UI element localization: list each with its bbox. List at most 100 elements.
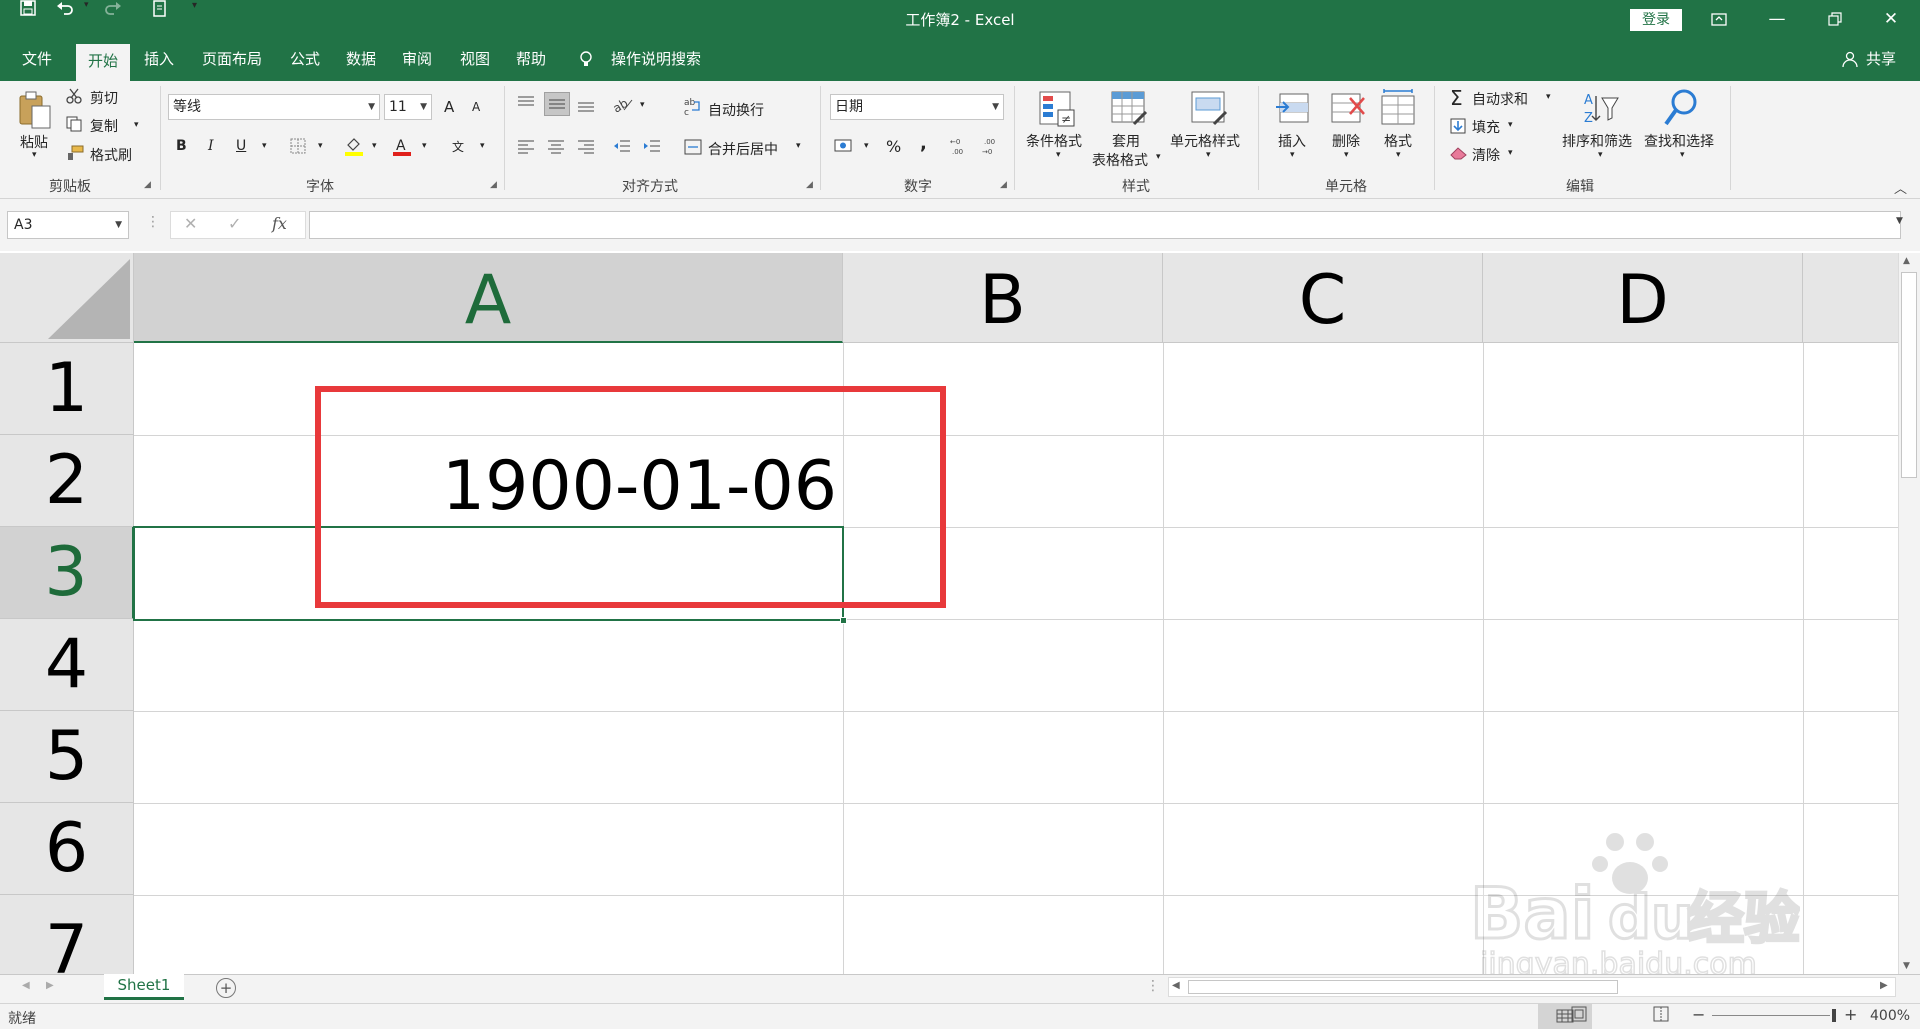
row-header-6[interactable]: 6 xyxy=(0,803,134,895)
horizontal-scroll-thumb[interactable] xyxy=(1188,980,1618,994)
zoom-out-button[interactable]: − xyxy=(1692,1005,1705,1024)
clear-button[interactable]: 清除 xyxy=(1472,145,1500,165)
percent-button[interactable]: % xyxy=(886,137,901,156)
sheet-tab-sheet1[interactable]: Sheet1 xyxy=(104,974,184,1000)
fill-color-dropdown-icon[interactable]: ▾ xyxy=(372,141,377,151)
cancel-entry-button[interactable]: ✕ xyxy=(184,214,197,233)
column-header-d[interactable]: D xyxy=(1483,253,1803,343)
phonetic-dropdown-icon[interactable]: ▾ xyxy=(480,141,485,151)
ribbon-display-options-icon[interactable] xyxy=(1690,0,1748,38)
find-select-icon[interactable] xyxy=(1662,88,1700,132)
fill-color-icon[interactable] xyxy=(344,136,364,160)
wrap-text-button[interactable]: 自动换行 xyxy=(708,100,764,120)
insert-cells-dropdown-icon[interactable]: ▾ xyxy=(1290,150,1295,160)
autosum-dropdown-icon[interactable]: ▾ xyxy=(1546,92,1551,102)
add-sheet-icon[interactable]: + xyxy=(216,978,236,998)
row-header-7[interactable]: 7 xyxy=(0,895,134,974)
find-select-button[interactable]: 查找和选择 xyxy=(1644,131,1714,151)
clipboard-launcher-icon[interactable]: ◢ xyxy=(144,180,151,190)
select-all-button[interactable] xyxy=(0,253,134,343)
borders-icon[interactable] xyxy=(290,138,306,158)
copy-button[interactable]: 复制 xyxy=(90,116,118,136)
alignment-launcher-icon[interactable]: ◢ xyxy=(806,180,813,190)
sort-filter-icon[interactable]: AZ xyxy=(1582,90,1620,132)
merge-center-button[interactable]: 合并后居中 xyxy=(708,139,778,159)
conditional-formatting-button[interactable]: 条件格式 xyxy=(1026,131,1082,151)
underline-dropdown-icon[interactable]: ▾ xyxy=(262,141,267,151)
tab-home[interactable]: 开始 xyxy=(76,44,130,81)
sort-filter-dropdown-icon[interactable]: ▾ xyxy=(1598,150,1603,160)
scroll-left-icon[interactable]: ◀ xyxy=(1172,980,1180,991)
underline-button[interactable]: U xyxy=(236,138,246,154)
align-top-icon[interactable] xyxy=(516,94,536,116)
align-right-icon[interactable] xyxy=(576,138,596,160)
share-button[interactable]: 共享 xyxy=(1862,38,1900,81)
cell-styles-dropdown-icon[interactable]: ▾ xyxy=(1206,150,1211,160)
grow-font-button[interactable]: A xyxy=(444,98,454,116)
format-as-table-icon[interactable] xyxy=(1110,90,1148,132)
font-name-combo[interactable]: 等线 ▼ xyxy=(168,94,380,120)
tab-formulas[interactable]: 公式 xyxy=(282,38,328,81)
scroll-up-icon[interactable]: ▲ xyxy=(1903,256,1910,266)
tab-data[interactable]: 数据 xyxy=(338,38,384,81)
cell-styles-button[interactable]: 单元格样式 xyxy=(1170,131,1240,151)
align-middle-icon[interactable] xyxy=(544,92,570,116)
shrink-font-button[interactable]: A xyxy=(472,100,480,114)
fill-dropdown-icon[interactable]: ▾ xyxy=(1508,120,1513,130)
row-header-5[interactable]: 5 xyxy=(0,711,134,803)
clear-dropdown-icon[interactable]: ▾ xyxy=(1508,148,1513,158)
format-cells-icon[interactable] xyxy=(1380,88,1418,132)
insert-function-button[interactable]: fx xyxy=(272,214,287,233)
find-select-dropdown-icon[interactable]: ▾ xyxy=(1680,150,1685,160)
conditional-formatting-icon[interactable]: ≠ xyxy=(1038,90,1076,132)
prev-sheet-icon[interactable]: ◀ xyxy=(22,980,30,991)
cut-button[interactable]: 剪切 xyxy=(90,88,118,108)
next-sheet-icon[interactable]: ▶ xyxy=(46,980,54,991)
format-cells-dropdown-icon[interactable]: ▾ xyxy=(1396,150,1401,160)
font-color-dropdown-icon[interactable]: ▾ xyxy=(422,141,427,151)
bold-button[interactable]: B xyxy=(176,138,187,154)
tab-insert[interactable]: 插入 xyxy=(136,38,182,81)
fill-handle[interactable] xyxy=(840,617,847,624)
increase-decimal-icon[interactable]: ←0.00 xyxy=(950,136,972,160)
row-header-4[interactable]: 4 xyxy=(0,619,134,711)
merge-dropdown-icon[interactable]: ▾ xyxy=(796,141,801,151)
zoom-in-button[interactable]: + xyxy=(1844,1005,1857,1024)
tab-review[interactable]: 审阅 xyxy=(394,38,440,81)
formula-input[interactable] xyxy=(309,211,1901,239)
insert-cells-button[interactable]: 插入 xyxy=(1278,131,1306,151)
conditional-dropdown-icon[interactable]: ▾ xyxy=(1056,150,1061,160)
zoom-level[interactable]: 400% xyxy=(1870,1008,1910,1024)
collapse-ribbon-icon[interactable]: ︿ xyxy=(1894,178,1907,197)
accounting-dropdown-icon[interactable]: ▾ xyxy=(864,141,869,151)
vertical-scroll-thumb[interactable] xyxy=(1901,272,1917,478)
column-header-b[interactable]: B xyxy=(843,253,1163,343)
minimize-icon[interactable]: — xyxy=(1748,0,1806,38)
comma-button[interactable]: , xyxy=(920,133,927,154)
align-center-icon[interactable] xyxy=(546,138,566,160)
orientation-icon[interactable]: ab xyxy=(610,96,634,118)
italic-button[interactable]: I xyxy=(208,138,214,154)
expand-formula-bar-icon[interactable]: ▼ xyxy=(1896,216,1903,226)
share-person-icon[interactable] xyxy=(1838,38,1862,81)
format-as-table-dropdown-icon[interactable]: ▾ xyxy=(1156,152,1161,162)
font-launcher-icon[interactable]: ◢ xyxy=(490,180,497,190)
column-header-c[interactable]: C xyxy=(1163,253,1483,343)
close-icon[interactable]: ✕ xyxy=(1862,0,1920,38)
number-launcher-icon[interactable]: ◢ xyxy=(1000,180,1007,190)
phonetic-button[interactable]: 文 xyxy=(452,138,464,155)
number-format-combo[interactable]: 日期 ▼ xyxy=(830,94,1004,120)
decrease-decimal-icon[interactable]: .00 →0 xyxy=(982,136,1004,160)
delete-cells-dropdown-icon[interactable]: ▾ xyxy=(1344,150,1349,160)
paste-icon[interactable] xyxy=(18,90,52,134)
font-size-combo[interactable]: 11 ▼ xyxy=(384,94,432,120)
page-break-view-button[interactable] xyxy=(1652,1006,1670,1026)
increase-indent-icon[interactable] xyxy=(642,138,662,160)
scroll-down-icon[interactable]: ▼ xyxy=(1903,961,1910,971)
tab-file[interactable]: 文件 xyxy=(10,38,64,81)
insert-cells-icon[interactable] xyxy=(1274,90,1312,132)
page-layout-view-button[interactable] xyxy=(1570,1006,1588,1026)
row-header-3[interactable]: 3 xyxy=(0,527,134,619)
format-as-table-button-line1[interactable]: 套用 xyxy=(1112,131,1140,151)
copy-dropdown-icon[interactable]: ▾ xyxy=(134,120,139,130)
